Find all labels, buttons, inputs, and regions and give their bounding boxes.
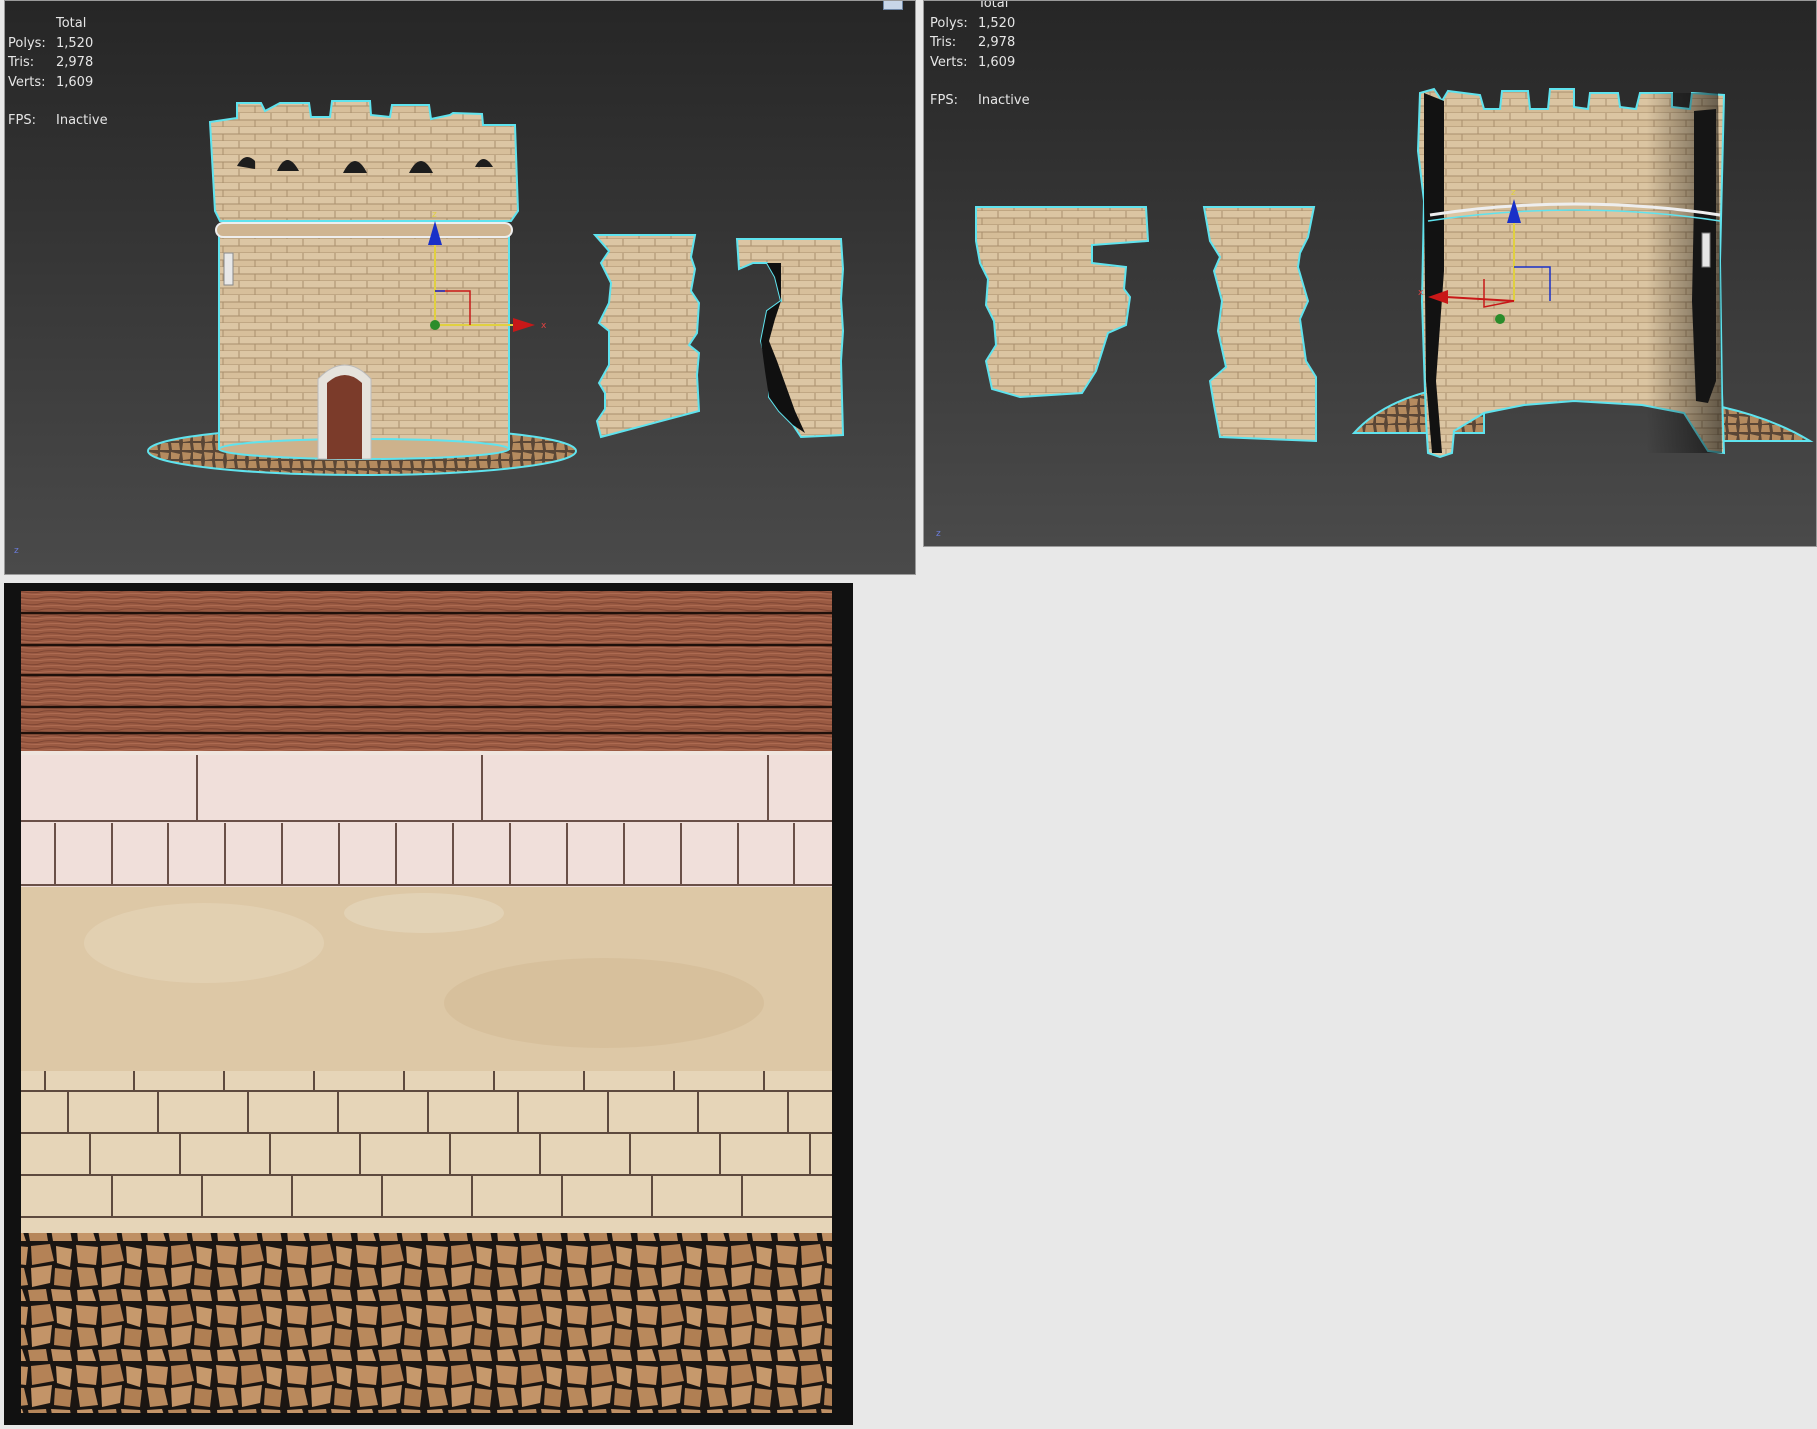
svg-text:z: z: [432, 210, 437, 220]
scene-render-left: z x: [147, 100, 845, 476]
svg-text:z: z: [1511, 188, 1516, 198]
texture-atlas-panel: [4, 583, 853, 1425]
texture-sand-plaster: [21, 887, 832, 1071]
tower-cutaway-model: [1416, 87, 1726, 459]
svg-text:x: x: [541, 321, 547, 331]
svg-text:x: x: [1418, 288, 1424, 298]
view-axis-tripod: z: [14, 546, 19, 556]
wall-fragment-3: [975, 206, 1150, 399]
viewport-perspective-left[interactable]: Total Polys: 1,520 Tris: 2,978 Verts: 1,609…: [4, 0, 916, 575]
viewport-perspective-right[interactable]: Total Polys: 1,520 Tris: 2,978 Verts: 1,609…: [923, 0, 1817, 547]
tower-model: [208, 100, 520, 460]
view-axis-tripod: z: [936, 529, 941, 539]
texture-wood-planks: [21, 591, 832, 755]
wall-fragment-1: [592, 234, 701, 439]
wall-fragment-2: [735, 238, 845, 439]
wall-fragment-4: [1202, 206, 1317, 443]
texture-plaster-blocks: [21, 755, 832, 887]
texture-cobblestone: [21, 1233, 832, 1413]
scene-render-right: z x: [975, 87, 1814, 459]
texture-stone-bricks: [21, 1071, 832, 1233]
texture-atlas-image: [4, 583, 853, 1425]
